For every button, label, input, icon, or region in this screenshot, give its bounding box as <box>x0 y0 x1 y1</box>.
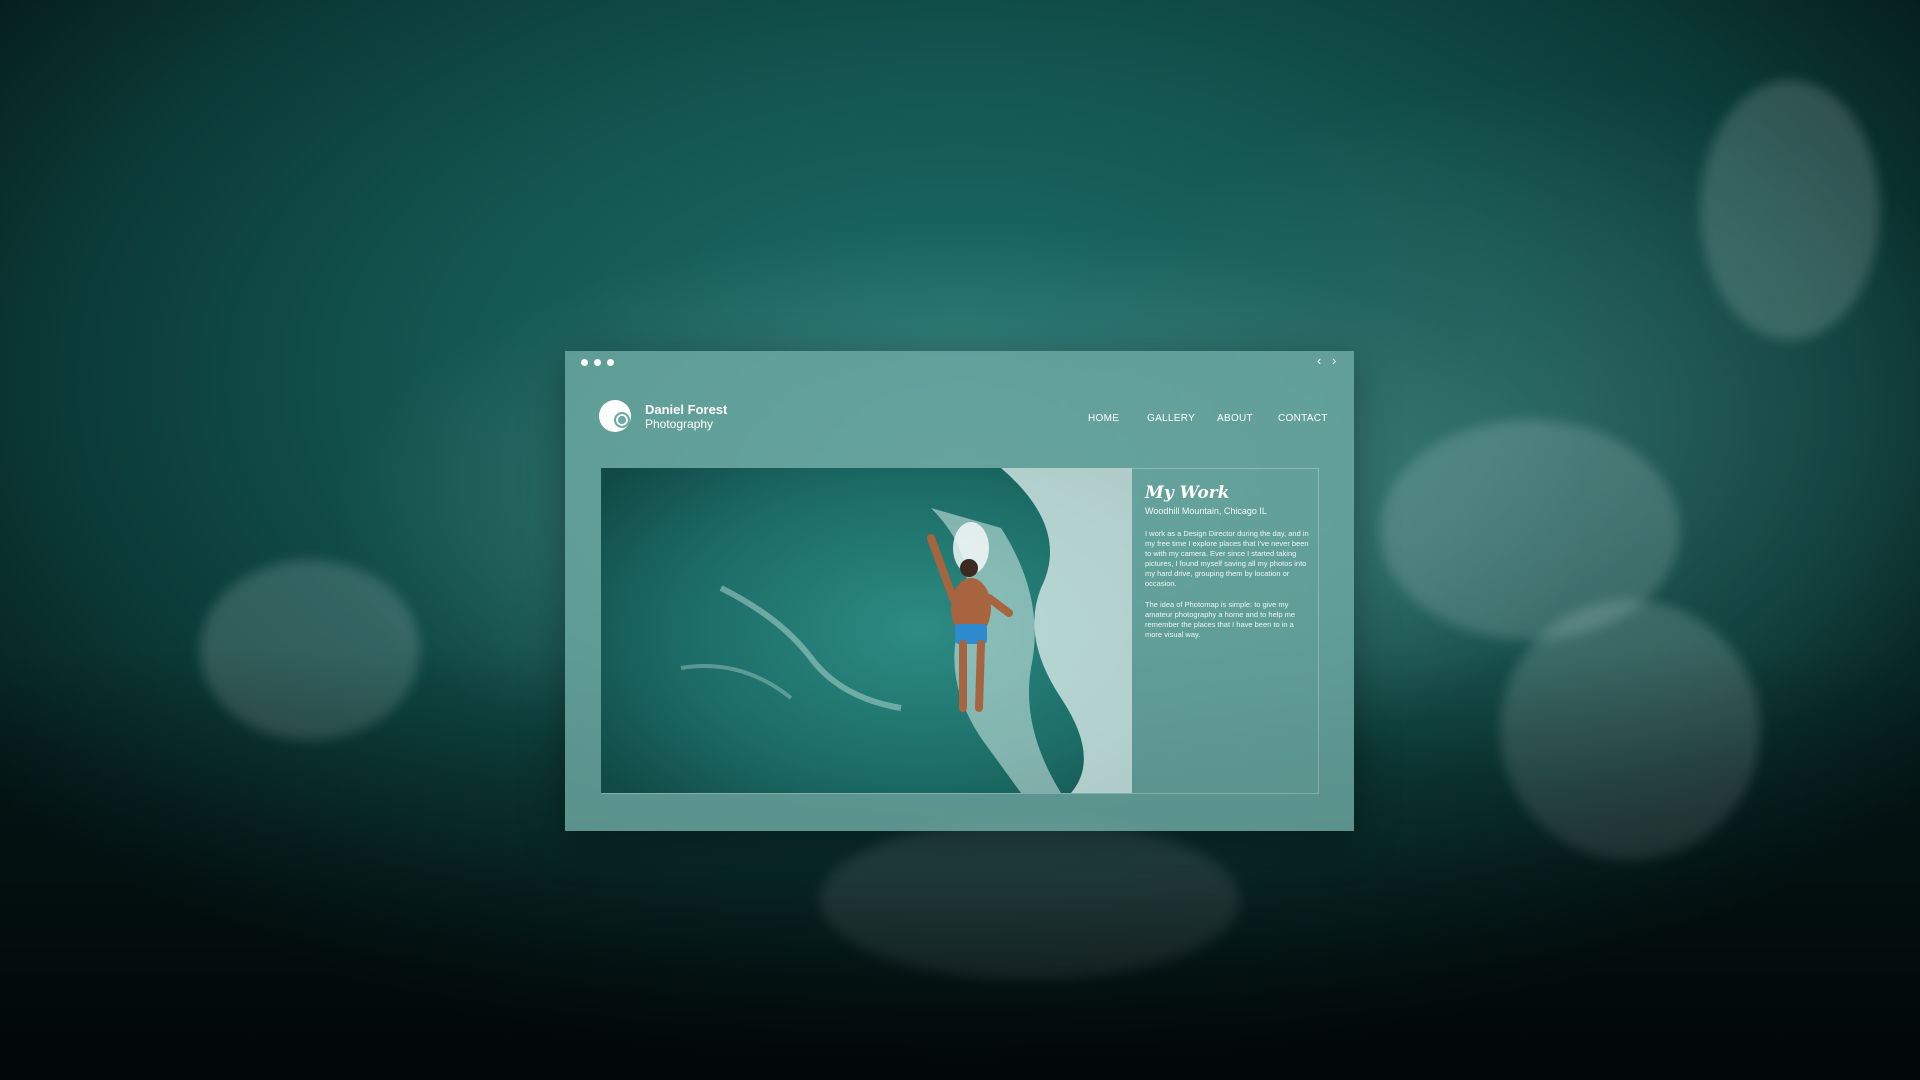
browser-window: ‹ › Daniel Forest Photography HOME GALLE… <box>565 351 1354 831</box>
window-titlebar: ‹ › <box>565 351 1354 373</box>
chevron-right-icon[interactable]: › <box>1332 354 1336 368</box>
brand-subtitle: Photography <box>645 417 714 431</box>
nav-gallery[interactable]: GALLERY <box>1147 413 1195 424</box>
window-dot-1[interactable] <box>581 359 588 366</box>
window-dot-2[interactable] <box>594 359 601 366</box>
description-paragraph-1: I work as a Design Director during the d… <box>1145 529 1309 588</box>
nav-home[interactable]: HOME <box>1088 413 1119 424</box>
window-dot-3[interactable] <box>607 359 614 366</box>
brand-name[interactable]: Daniel Forest <box>645 402 727 417</box>
foam-texture <box>200 560 420 740</box>
nav-about[interactable]: ABOUT <box>1217 413 1253 424</box>
info-column: My Work Woodhill Mountain, Chicago IL I … <box>1145 483 1310 640</box>
location-text: Woodhill Mountain, Chicago IL <box>1145 506 1267 516</box>
swimmer-photo[interactable] <box>601 468 1132 793</box>
foam-texture <box>1700 80 1880 340</box>
description-paragraph-2: The idea of Photomap is simple: to give … <box>1145 600 1296 639</box>
foam-texture <box>820 820 1240 980</box>
foam-texture <box>1500 600 1760 860</box>
chevron-left-icon[interactable]: ‹ <box>1317 354 1321 368</box>
camera-logo-icon[interactable] <box>599 399 633 433</box>
section-title: My Work <box>1145 483 1230 503</box>
desktop-background: ‹ › Daniel Forest Photography HOME GALLE… <box>0 0 1920 1080</box>
nav-contact[interactable]: CONTACT <box>1278 413 1328 424</box>
